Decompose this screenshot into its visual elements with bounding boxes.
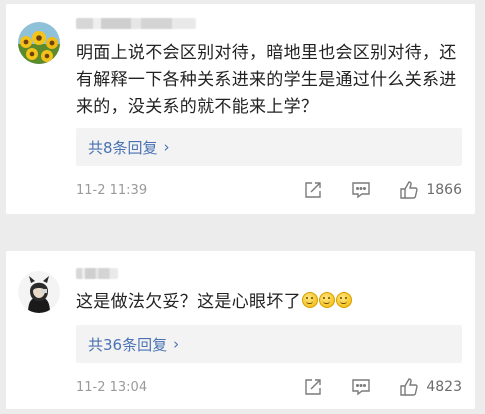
replies-label: 共36条回复 bbox=[88, 335, 168, 354]
comment-card: 这是做法欠妥？这是心眼坏了 共36条回复 › 11-2 13:04 4823 bbox=[6, 251, 475, 409]
share-icon[interactable] bbox=[302, 179, 324, 201]
thumbs-up-icon[interactable] bbox=[398, 376, 420, 398]
thumbs-up-icon[interactable] bbox=[398, 179, 420, 201]
comment-text: 这是做法欠妥？这是心眼坏了 bbox=[76, 289, 468, 316]
username-blurred[interactable] bbox=[76, 18, 196, 29]
replies-label: 共8条回复 bbox=[88, 138, 158, 157]
comment-meta: 11-2 11:39 1866 bbox=[76, 179, 462, 201]
smile-emoji bbox=[318, 292, 335, 308]
view-replies-button[interactable]: 共8条回复 › bbox=[76, 128, 462, 166]
user-avatar[interactable] bbox=[18, 22, 60, 64]
comment-card: 明面上说不会区别对待，暗地里也会区别对待，还有解释一下各种关系进来的学生是通过什… bbox=[6, 4, 475, 214]
timestamp: 11-2 11:39 bbox=[76, 182, 148, 198]
share-icon[interactable] bbox=[302, 376, 324, 398]
comment-icon[interactable] bbox=[350, 179, 372, 201]
comment-icon[interactable] bbox=[350, 376, 372, 398]
like-count: 4823 bbox=[426, 379, 462, 395]
chevron-right-icon: › bbox=[163, 138, 170, 156]
like-count: 1866 bbox=[426, 182, 462, 198]
view-replies-button[interactable]: 共36条回复 › bbox=[76, 325, 462, 363]
smile-emoji bbox=[335, 292, 352, 308]
comment-meta: 11-2 13:04 4823 bbox=[76, 376, 462, 398]
username-blurred[interactable] bbox=[76, 268, 118, 279]
timestamp: 11-2 13:04 bbox=[76, 379, 148, 395]
comment-text: 明面上说不会区别对待，暗地里也会区别对待，还有解释一下各种关系进来的学生是通过什… bbox=[76, 43, 457, 117]
comment-text-content: 这是做法欠妥？这是心眼坏了 bbox=[76, 292, 301, 312]
chevron-right-icon: › bbox=[173, 335, 180, 353]
smile-emoji bbox=[301, 292, 318, 308]
user-avatar[interactable] bbox=[18, 271, 60, 313]
